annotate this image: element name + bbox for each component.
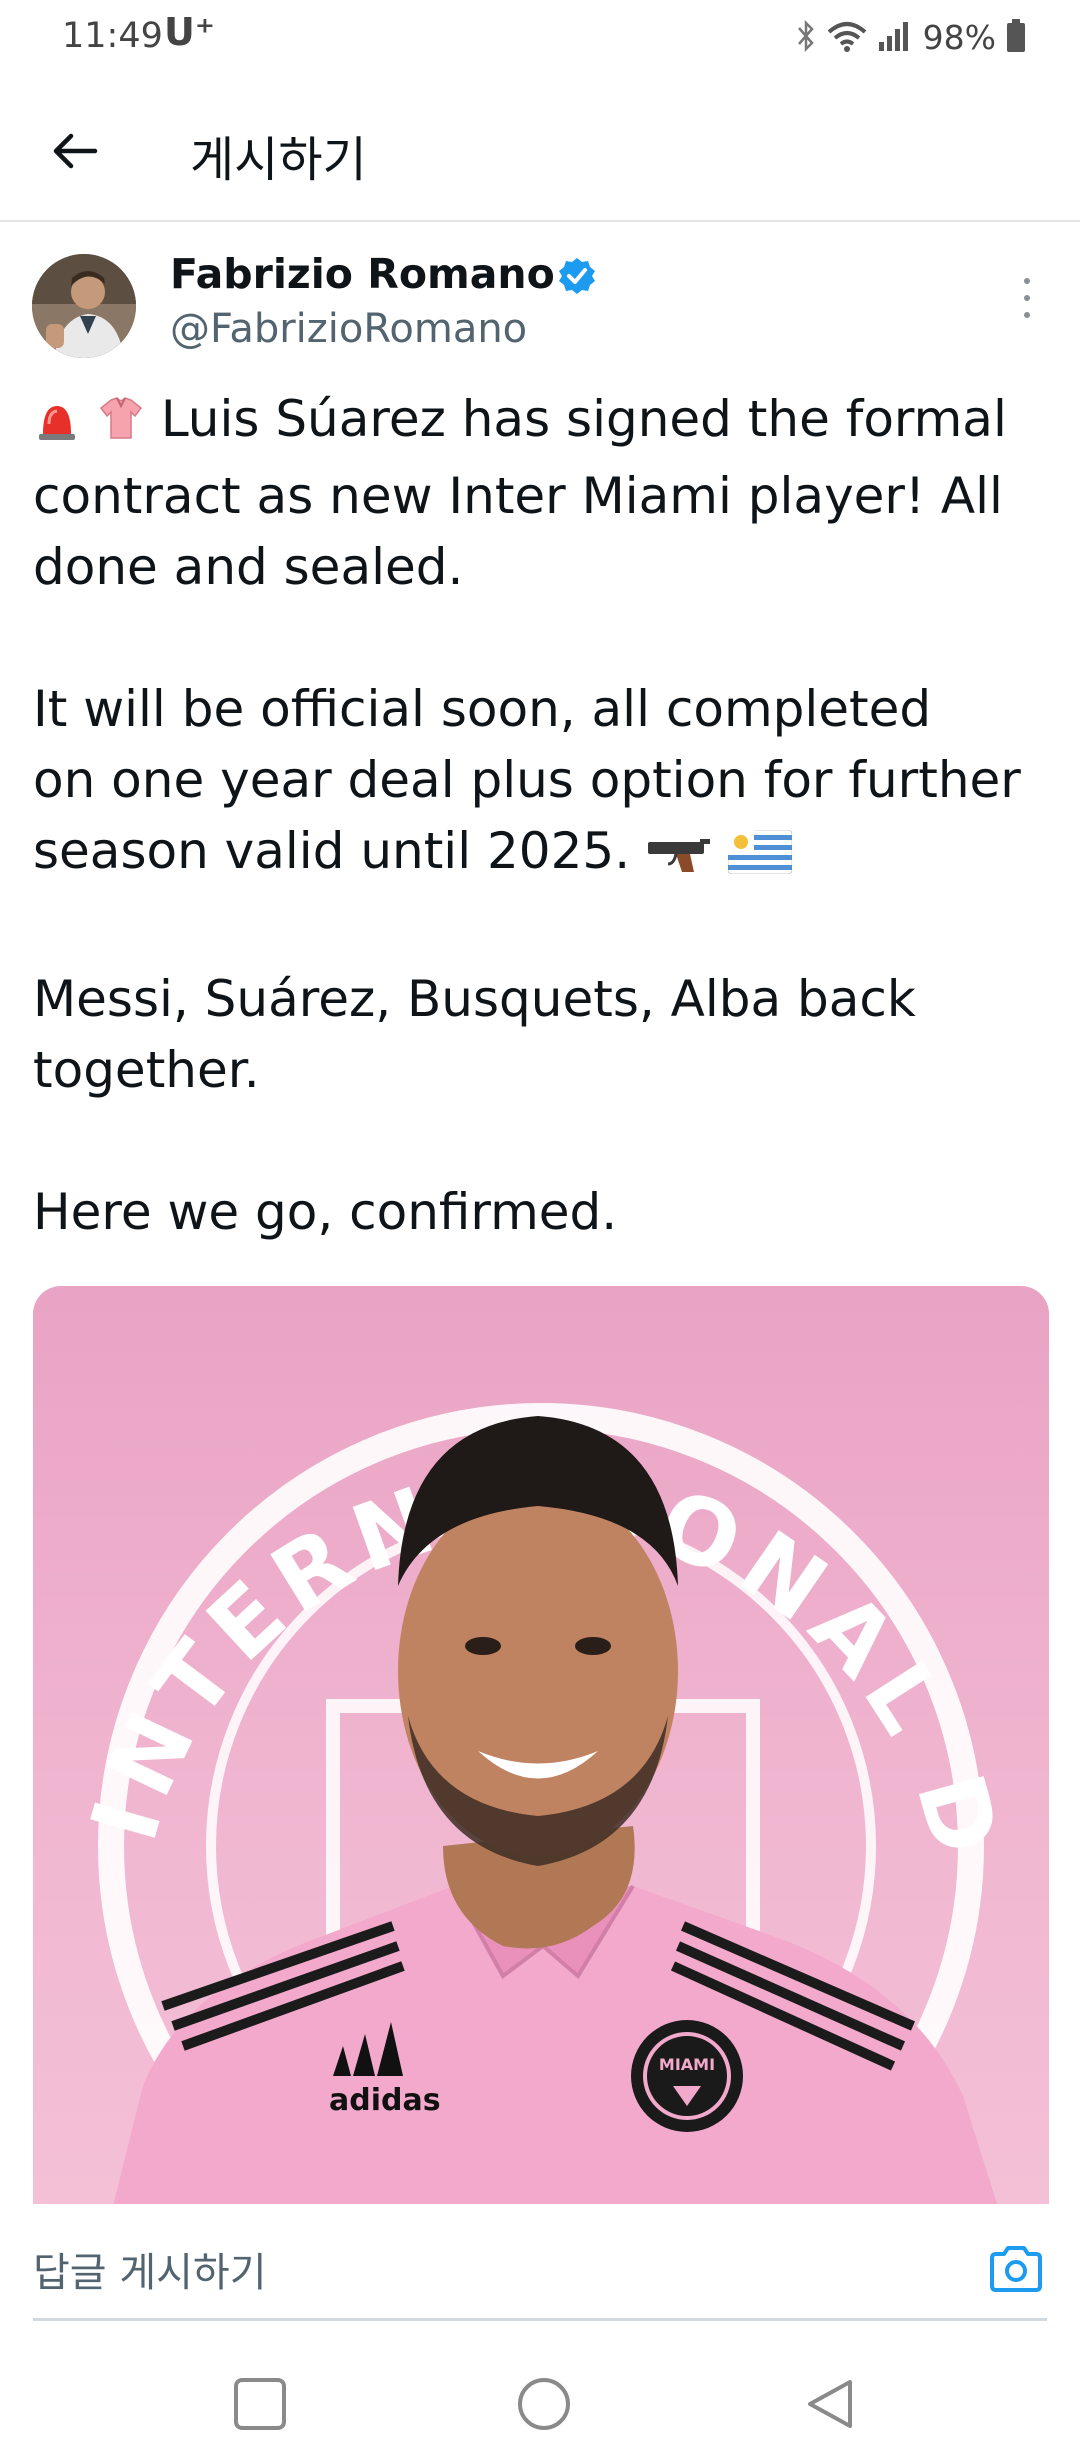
tweet-text-line: Here we go, confirmed. bbox=[33, 1183, 618, 1241]
police-light-icon bbox=[33, 390, 81, 461]
tweet-text-line: on one year deal plus option for further bbox=[33, 751, 1021, 809]
tweet-text-line: Messi, Suárez, Busquets, Alba back bbox=[33, 970, 916, 1028]
badge-text: MIAMI bbox=[659, 2055, 715, 2074]
wifi-icon bbox=[827, 20, 867, 56]
reply-underline bbox=[33, 2318, 1047, 2321]
top-app-bar: 게시하기 bbox=[0, 80, 1080, 222]
tweet-text-line: season valid until 2025. bbox=[33, 822, 631, 880]
tweet-text-line: together. bbox=[33, 1041, 260, 1099]
tweet-image[interactable]: INTERNACIONAL DE FÚTBOL adidas MIAMI bbox=[33, 1286, 1049, 2286]
status-time: 11:49 bbox=[62, 16, 163, 56]
tweet-paragraph: It will be official soon, all completed … bbox=[33, 674, 1053, 893]
more-vertical-icon[interactable] bbox=[1012, 278, 1042, 318]
tweet-paragraph: Here we go, confirmed. bbox=[33, 1177, 1053, 1248]
tweet-text-line: It will be official soon, all completed bbox=[33, 680, 932, 738]
reply-input[interactable]: 답글 게시하기 bbox=[33, 2240, 267, 2298]
tweet-body: Luis Súarez has signed the formal contra… bbox=[33, 384, 1053, 1319]
tweet-line: season valid until 2025. bbox=[33, 816, 1053, 893]
tweet-paragraph: Luis Súarez has signed the formal contra… bbox=[33, 384, 1053, 603]
circle-icon[interactable] bbox=[516, 2376, 572, 2436]
avatar[interactable] bbox=[32, 254, 136, 358]
back-button[interactable] bbox=[40, 116, 110, 186]
shirt-brand: adidas bbox=[329, 2083, 441, 2118]
tweet-paragraph: Messi, Suárez, Busquets, Alba back toget… bbox=[33, 964, 1053, 1106]
tweet-line: Luis Súarez has signed the formal bbox=[33, 384, 1053, 461]
tweet-text-line: contract as new Inter Miami player! All bbox=[33, 467, 1003, 525]
author-name[interactable]: Fabrizio Romano bbox=[170, 250, 555, 298]
club-badge: MIAMI bbox=[631, 2020, 743, 2132]
page-title: 게시하기 bbox=[190, 132, 367, 188]
carrier-label: U⁺ bbox=[164, 10, 215, 54]
status-bar: 11:49 U⁺ 98% bbox=[0, 0, 1080, 80]
tweet-text-line: done and sealed. bbox=[33, 538, 464, 596]
battery-percent: 98% bbox=[922, 18, 996, 57]
tweet-text-line: Luis Súarez has signed the formal bbox=[160, 390, 1007, 448]
shirt-icon bbox=[97, 390, 145, 461]
square-icon[interactable] bbox=[232, 2376, 288, 2436]
camera-icon[interactable] bbox=[988, 2244, 1044, 2298]
battery-icon bbox=[1006, 18, 1026, 57]
status-icons: 98% bbox=[795, 18, 1026, 57]
triangle-back-icon[interactable] bbox=[802, 2376, 858, 2436]
uruguay-flag-icon bbox=[727, 822, 793, 893]
signal-icon bbox=[877, 20, 913, 56]
author-handle[interactable]: @FabrizioRomano bbox=[170, 306, 527, 352]
verified-badge-icon bbox=[557, 256, 597, 300]
arrow-left-icon bbox=[53, 133, 98, 169]
pistol-icon bbox=[646, 822, 712, 893]
bluetooth-icon bbox=[795, 19, 817, 57]
